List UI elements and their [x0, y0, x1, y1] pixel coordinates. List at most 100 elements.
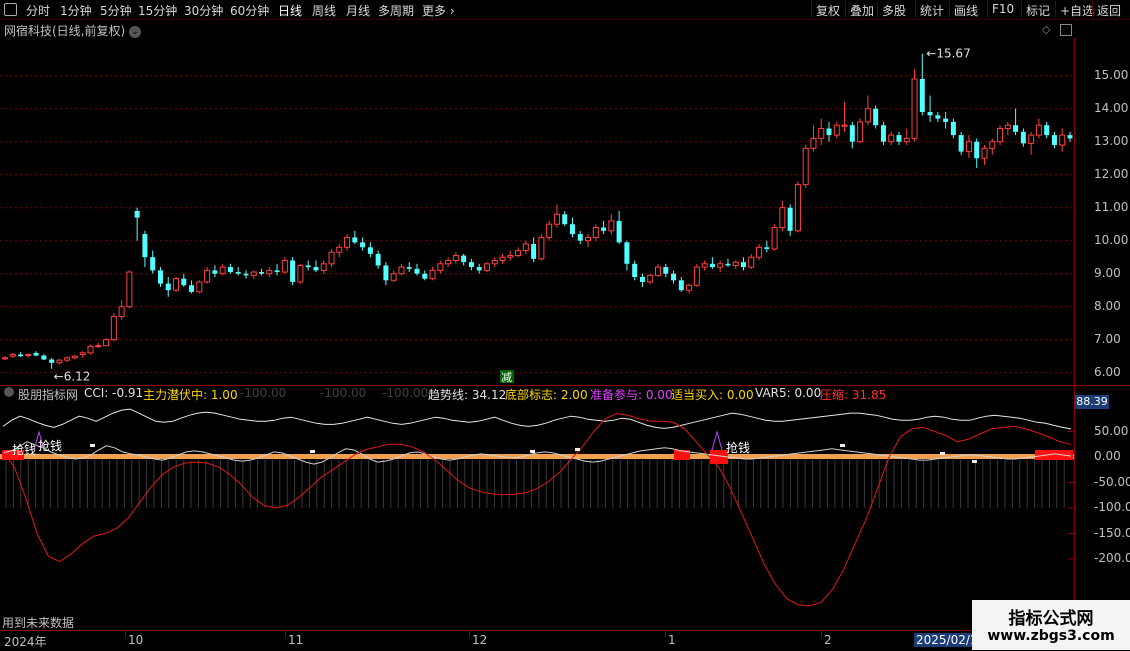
candle — [787, 204, 793, 236]
candle — [950, 118, 956, 139]
date-label: 12 — [472, 633, 488, 647]
period-tab-5[interactable]: 60分钟 — [230, 2, 269, 19]
price-chart[interactable]: ←15.67 ←6.12 减 — [0, 38, 1074, 386]
candle — [873, 105, 879, 129]
candle — [204, 267, 211, 284]
candle — [126, 270, 133, 309]
candle — [562, 211, 568, 226]
date-label: 10 — [128, 633, 144, 647]
candle — [259, 268, 265, 276]
candle — [219, 263, 226, 276]
period-tab-2[interactable]: 5分钟 — [100, 2, 132, 19]
toolbar-button-4[interactable]: 画线 — [954, 2, 978, 19]
period-tab-10[interactable]: 更多 › — [422, 2, 455, 19]
candle — [810, 125, 817, 152]
price-tick-label: 9.00 — [1094, 265, 1121, 280]
candle — [538, 234, 545, 261]
toolbar-button-6[interactable]: 标记 — [1026, 2, 1050, 19]
candle — [87, 344, 94, 355]
menu-icon[interactable] — [4, 3, 17, 16]
toolbar-button-0[interactable]: 复权 — [816, 2, 840, 19]
marker-square — [972, 460, 977, 463]
period-tab-9[interactable]: 多周期 — [378, 2, 414, 19]
candle — [103, 338, 110, 347]
toolbar-button-8[interactable]: 返回 — [1097, 2, 1121, 19]
candle — [352, 230, 358, 244]
toolbar-button-3[interactable]: 统计 — [920, 2, 944, 19]
price-tick-label: 12.00 — [1094, 166, 1129, 181]
candle — [732, 260, 739, 269]
trend-line-white — [2, 408, 1072, 430]
candle — [266, 267, 273, 277]
candle — [181, 273, 187, 287]
candle — [647, 273, 654, 284]
indicator-value-4: -100.00 — [382, 386, 429, 400]
candle — [632, 260, 638, 281]
toolbar-separator — [915, 1, 916, 18]
indicator-tick-label: -150.0 — [1094, 525, 1130, 540]
candle — [515, 247, 522, 258]
chevron-down-icon[interactable]: ⌄ — [129, 25, 142, 38]
date-label: 11 — [288, 633, 304, 647]
candle — [56, 358, 63, 365]
candle — [919, 53, 925, 116]
candle — [678, 277, 684, 292]
period-tab-8[interactable]: 月线 — [346, 2, 370, 19]
period-tab-0[interactable]: 分时 — [26, 2, 50, 19]
candle — [654, 263, 661, 277]
candle — [507, 250, 514, 261]
period-tab-6[interactable]: 日线 — [278, 2, 302, 19]
candle — [911, 69, 918, 142]
candle — [437, 260, 444, 274]
indicator-chevron-icon[interactable] — [4, 387, 14, 397]
marker-square — [940, 452, 945, 455]
candle — [25, 353, 32, 358]
candle — [989, 138, 996, 155]
toolbar-button-1[interactable]: 叠加 — [850, 2, 874, 19]
signal-label: 抢钱 — [12, 442, 36, 457]
indicator-chart[interactable]: 抢钱 抢钱 抢钱 — [0, 400, 1074, 630]
candle — [802, 145, 809, 188]
candle — [297, 263, 304, 284]
price-tick-label: 8.00 — [1094, 298, 1121, 313]
candle — [445, 257, 452, 268]
candle — [71, 354, 78, 360]
candle — [1067, 131, 1073, 142]
candle — [227, 263, 233, 274]
candle — [157, 267, 163, 287]
period-tab-7[interactable]: 周线 — [312, 2, 336, 19]
period-tab-1[interactable]: 1分钟 — [60, 2, 92, 19]
candle — [398, 263, 405, 276]
indicator-tick-label: 0.00 — [1094, 449, 1121, 463]
candle — [344, 234, 351, 251]
candle — [601, 220, 607, 235]
candle — [336, 244, 343, 258]
candle — [592, 224, 599, 241]
candle — [686, 283, 693, 294]
divider-line — [0, 385, 1130, 386]
purple-signal-marker — [711, 430, 723, 451]
candle — [833, 121, 840, 139]
price-tick-label: 13.00 — [1094, 133, 1129, 148]
candle — [328, 248, 335, 268]
candle — [748, 253, 755, 269]
candle — [305, 260, 311, 271]
candle — [693, 263, 700, 287]
low-price-label: ←6.12 — [54, 370, 91, 384]
candle — [189, 280, 195, 294]
diamond-icon[interactable]: ◇ — [1042, 23, 1050, 36]
panel-toggle-icon[interactable] — [1060, 24, 1072, 36]
date-tick — [125, 631, 126, 637]
toolbar-button-7[interactable]: +自选 — [1060, 2, 1094, 19]
price-tick-label: 15.00 — [1094, 67, 1129, 82]
toolbar-button-2[interactable]: 多股 — [882, 2, 906, 19]
toolbar-button-5[interactable]: F10 — [992, 2, 1014, 16]
candle — [461, 253, 467, 266]
period-tab-4[interactable]: 30分钟 — [184, 2, 223, 19]
candle — [250, 270, 257, 279]
marker-square — [310, 450, 315, 453]
candle — [1004, 121, 1011, 136]
indicator-tick-label: 50.00 — [1094, 423, 1129, 438]
period-tab-3[interactable]: 15分钟 — [138, 2, 177, 19]
candle — [818, 118, 825, 145]
